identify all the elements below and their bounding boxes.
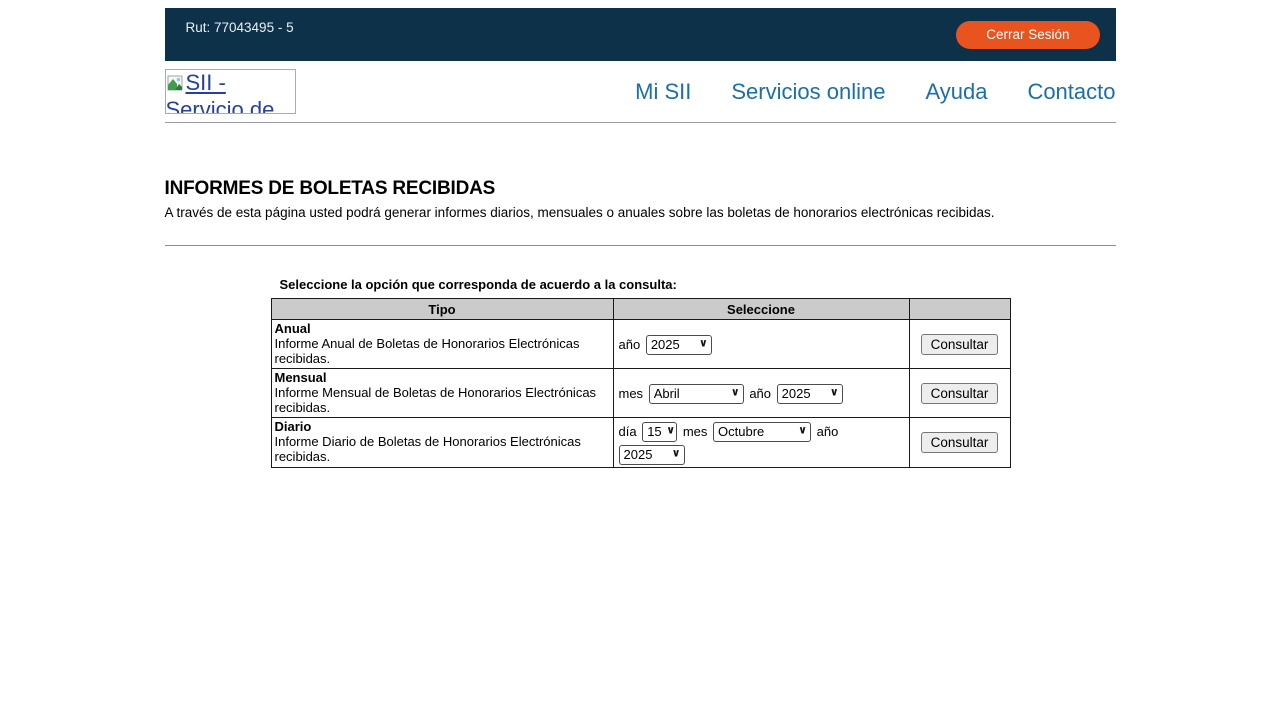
nav-ayuda[interactable]: Ayuda bbox=[925, 79, 987, 105]
consultar-diario-button[interactable]: Consultar bbox=[921, 432, 999, 453]
dia-label: día bbox=[619, 421, 637, 442]
table-header-row: Tipo Seleccione bbox=[271, 299, 1010, 320]
diario-month-select[interactable]: Octubre bbox=[713, 422, 811, 442]
column-header-empty bbox=[909, 299, 1010, 320]
sii-logo-link[interactable]: SII - Servicio de bbox=[165, 69, 296, 114]
divider bbox=[165, 245, 1116, 246]
ano-label: año bbox=[749, 383, 771, 404]
main-nav: Mi SII Servicios online Ayuda Contacto bbox=[635, 79, 1115, 105]
ano-label: año bbox=[619, 334, 641, 355]
diario-day-select[interactable]: 15 bbox=[642, 422, 677, 442]
session-topbar: Rut: 77043495 - 5 Cerrar Sesión bbox=[165, 8, 1116, 61]
consultar-anual-button[interactable]: Consultar bbox=[921, 334, 999, 355]
table-caption: Seleccione la opción que corresponda de … bbox=[271, 277, 1010, 292]
site-header: SII - Servicio de Mi SII Servicios onlin… bbox=[165, 61, 1116, 123]
ano-label: año bbox=[817, 421, 839, 442]
row-type-anual: Anual bbox=[275, 321, 609, 336]
nav-servicios-online[interactable]: Servicios online bbox=[731, 79, 885, 105]
broken-image-icon bbox=[167, 72, 184, 97]
mes-label: mes bbox=[683, 421, 708, 442]
table-row-anual: Anual Informe Anual de Boletas de Honora… bbox=[271, 320, 1010, 369]
mensual-year-select[interactable]: 2025 bbox=[777, 384, 843, 404]
row-description-diario: Informe Diario de Boletas de Honorarios … bbox=[275, 434, 581, 464]
row-type-mensual: Mensual bbox=[275, 370, 609, 385]
page-container: Rut: 77043495 - 5 Cerrar Sesión SII - Se… bbox=[165, 8, 1116, 468]
mensual-month-select[interactable]: Abril bbox=[649, 384, 744, 404]
nav-mi-sii[interactable]: Mi SII bbox=[635, 79, 691, 105]
rut-label: Rut: 77043495 - 5 bbox=[186, 20, 294, 61]
page-title: INFORMES DE BOLETAS RECIBIDAS bbox=[165, 178, 1116, 200]
mes-label: mes bbox=[619, 383, 644, 404]
page-description: A través de esta página usted podrá gene… bbox=[165, 205, 1116, 220]
logout-button[interactable]: Cerrar Sesión bbox=[956, 21, 1099, 49]
diario-year-select[interactable]: 2025 bbox=[619, 445, 685, 465]
table-row-mensual: Mensual Informe Mensual de Boletas de Ho… bbox=[271, 369, 1010, 418]
anual-year-select[interactable]: 2025 bbox=[646, 335, 712, 355]
column-header-seleccione: Seleccione bbox=[613, 299, 909, 320]
row-description-anual: Informe Anual de Boletas de Honorarios E… bbox=[275, 336, 580, 366]
nav-contacto[interactable]: Contacto bbox=[1027, 79, 1115, 105]
table-row-diario: Diario Informe Diario de Boletas de Hono… bbox=[271, 418, 1010, 468]
row-type-diario: Diario bbox=[275, 419, 609, 434]
consultar-mensual-button[interactable]: Consultar bbox=[921, 383, 999, 404]
row-description-mensual: Informe Mensual de Boletas de Honorarios… bbox=[275, 385, 597, 415]
informes-table: Tipo Seleccione Anual Informe Anual de B… bbox=[271, 298, 1011, 468]
consulta-section: Seleccione la opción que corresponda de … bbox=[271, 277, 1010, 468]
column-header-tipo: Tipo bbox=[271, 299, 613, 320]
